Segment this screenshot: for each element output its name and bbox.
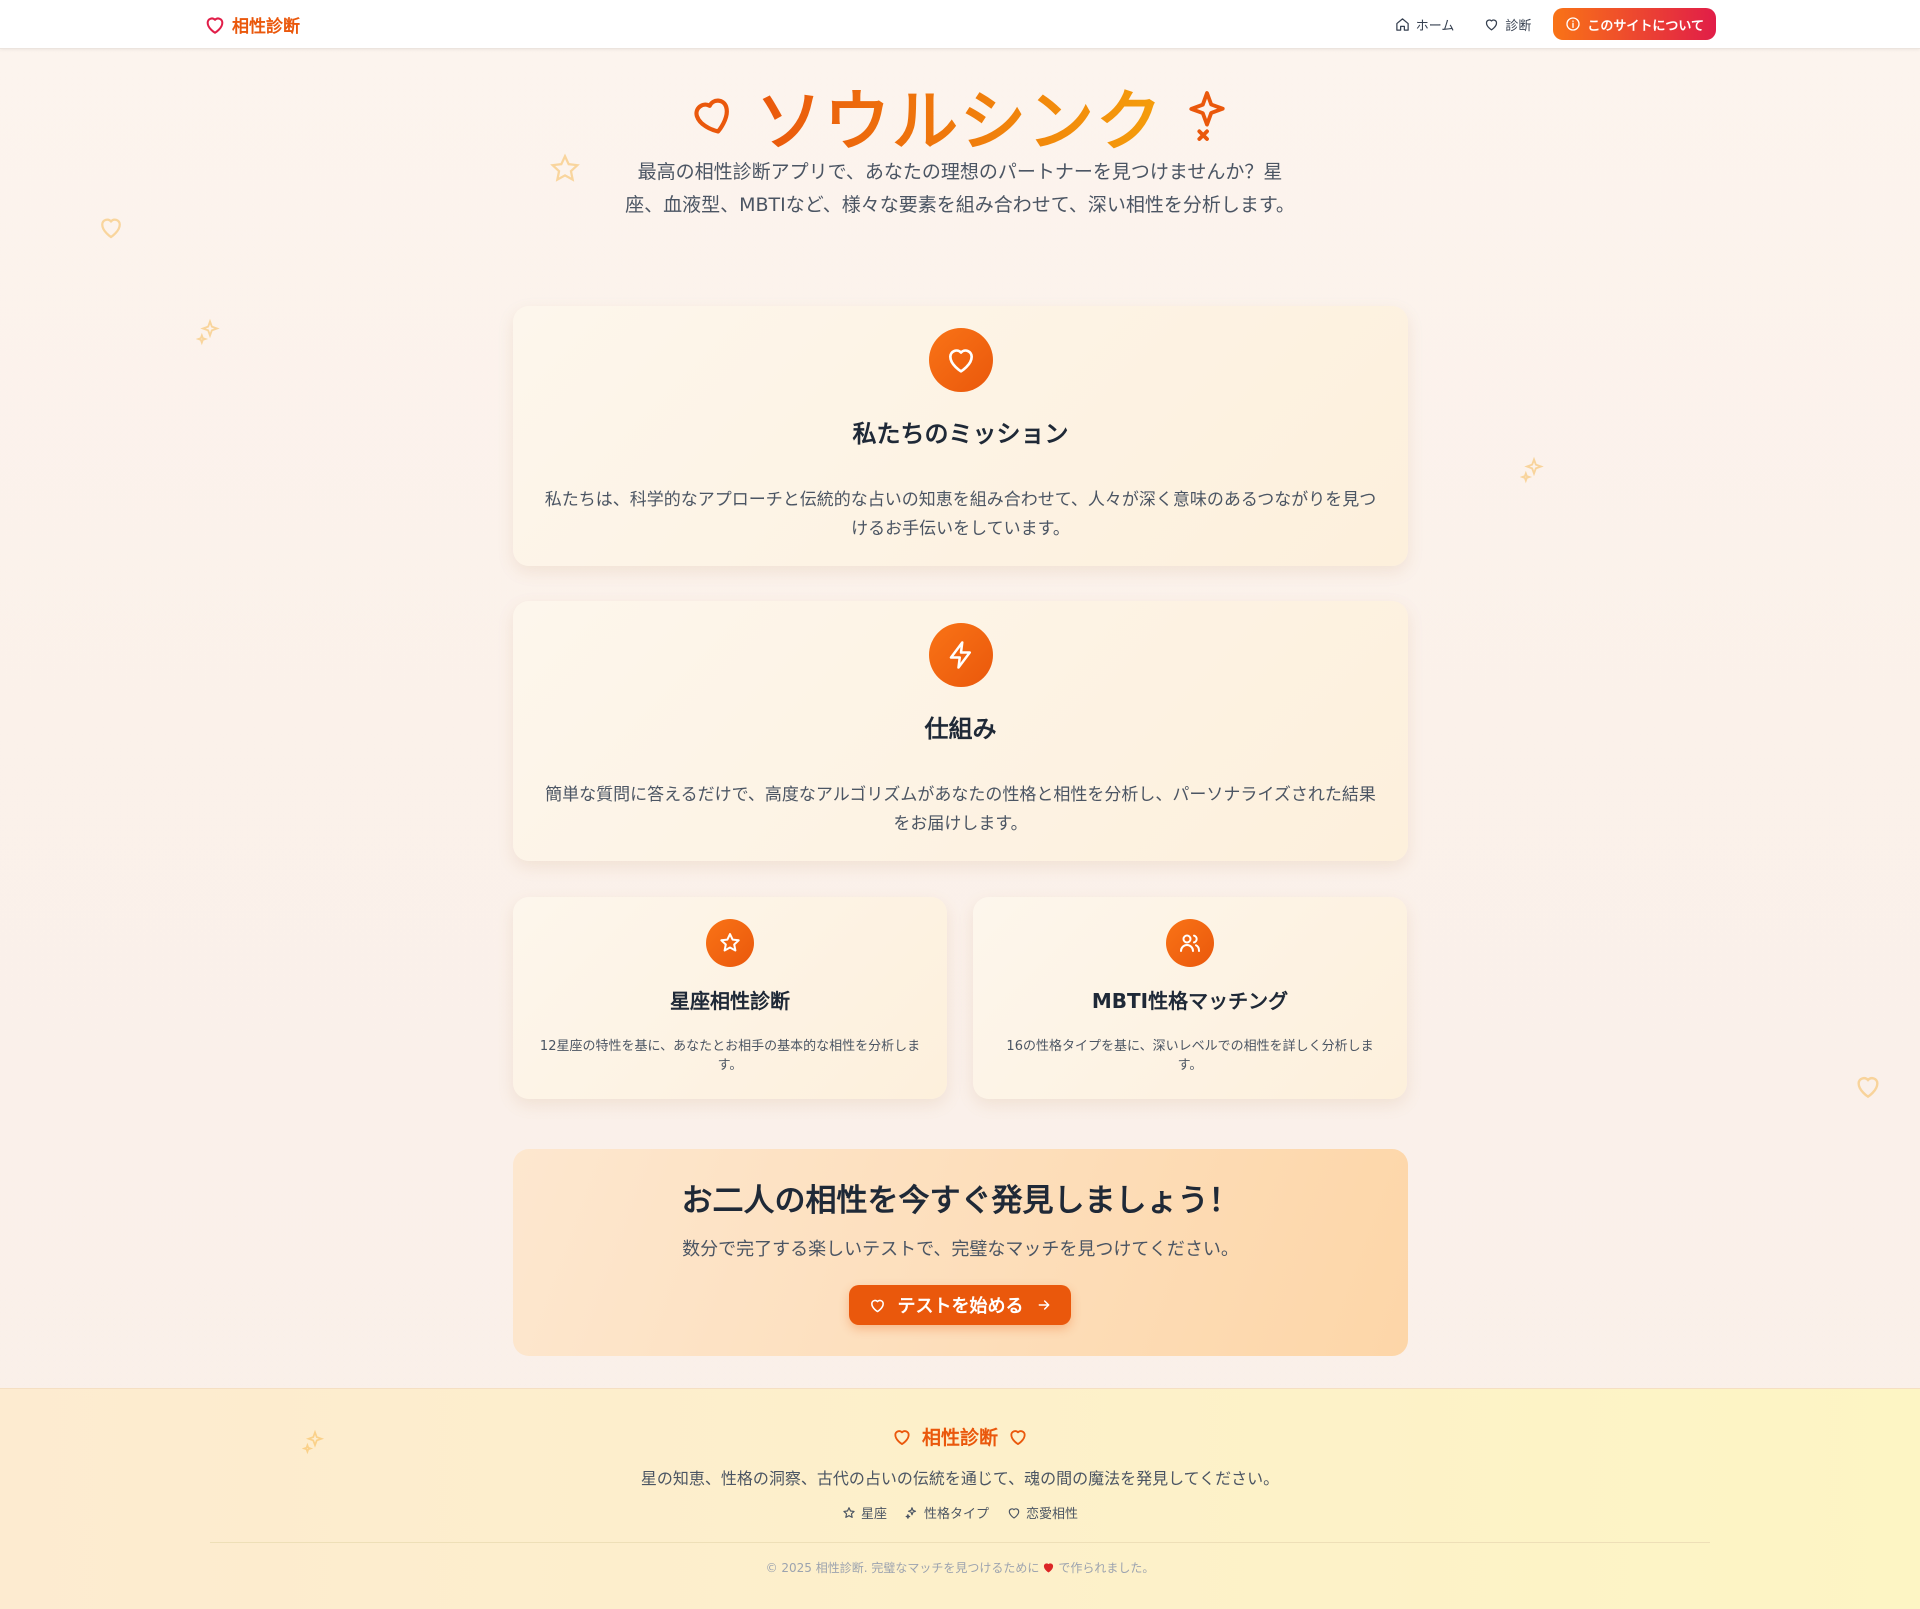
feature-card-mbti: MBTI性格マッチング 16の性格タイプを基に、深いレベルでの相性を詳しく分析し… bbox=[973, 897, 1407, 1099]
heart-icon bbox=[1010, 1429, 1026, 1445]
mbti-icon-circle bbox=[1166, 919, 1214, 967]
decorative-sparkles-icon bbox=[1520, 456, 1544, 484]
footer-link-personality[interactable]: 性格タイプ bbox=[905, 1503, 989, 1522]
heart-icon bbox=[1486, 18, 1498, 30]
feature-card-zodiac: 星座相性診断 12星座の特性を基に、あなたとお相手の基本的な相性を分析します。 bbox=[513, 897, 947, 1099]
copyright-prefix: © 2025 相性診断. 完璧なマッチを見つけるために bbox=[765, 1561, 1040, 1575]
filled-heart-icon bbox=[1044, 1563, 1054, 1573]
footer-links: 星座 性格タイプ 恋愛相性 bbox=[0, 1503, 1920, 1522]
heart-icon bbox=[206, 16, 224, 34]
brand-label: 相性診断 bbox=[232, 17, 300, 37]
mbti-text: 16の性格タイプを基に、深いレベルでの相性を詳しく分析します。 bbox=[1006, 1039, 1374, 1073]
footer-copyright: © 2025 相性診断. 完璧なマッチを見つけるために で作られました。 bbox=[0, 1559, 1920, 1576]
nav-home[interactable]: ホーム bbox=[1387, 9, 1463, 40]
footer-brand-label: 相性診断 bbox=[921, 1427, 998, 1449]
sparkles-icon bbox=[1189, 91, 1225, 141]
decorative-heart-icon bbox=[1857, 1077, 1879, 1099]
zodiac-title: 星座相性診断 bbox=[670, 989, 790, 1013]
arrow-right-icon bbox=[1038, 1300, 1049, 1310]
nav-diagnosis[interactable]: 診断 bbox=[1476, 9, 1539, 40]
heart-icon bbox=[894, 1429, 910, 1445]
home-icon bbox=[1395, 17, 1409, 31]
footer-link-personality-label: 性格タイプ bbox=[923, 1507, 989, 1522]
mission-icon-circle bbox=[928, 328, 993, 392]
footer-link-love[interactable]: 恋愛相性 bbox=[1007, 1503, 1078, 1522]
decorative-heart-icon bbox=[101, 218, 121, 239]
sparkles-icon bbox=[905, 1506, 917, 1519]
nav-about-label: このサイトについて bbox=[1587, 18, 1704, 34]
footer-description: 星の知恵、性格の洞察、古代の占いの伝統を通じて、魂の間の魔法を発見してください。 bbox=[640, 1469, 1280, 1488]
hero-title: ソウルシンク bbox=[756, 68, 1164, 164]
footer-link-zodiac[interactable]: 星座 bbox=[842, 1503, 887, 1522]
users-icon bbox=[1180, 934, 1200, 952]
heart-icon bbox=[1008, 1507, 1020, 1519]
footer-divider bbox=[210, 1542, 1710, 1543]
heart-icon bbox=[694, 98, 729, 134]
zodiac-text: 12星座の特性を基に、あなたとお相手の基本的な相性を分析します。 bbox=[539, 1039, 921, 1073]
mission-card: 私たちのミッション 私たちは、科学的なアプローチと伝統的な占いの知恵を組み合わせ… bbox=[513, 306, 1408, 566]
start-test-button[interactable]: テストを始める bbox=[849, 1285, 1071, 1325]
info-icon bbox=[1566, 17, 1581, 31]
nav-home-label: ホーム bbox=[1415, 18, 1455, 34]
heart-icon bbox=[948, 349, 973, 373]
main-nav: ホーム 診断 このサイトについて bbox=[1387, 8, 1716, 40]
footer-brand: 相性診断 bbox=[0, 1423, 1920, 1450]
how-it-works-card: 仕組み 簡単な質問に答えるだけで、高度なアルゴリズムがあなたの性格と相性を分析し… bbox=[513, 601, 1408, 861]
footer-link-zodiac-label: 星座 bbox=[860, 1507, 887, 1522]
cta-title: お二人の相性を今すぐ発見しましょう！ bbox=[681, 1183, 1240, 1219]
hero-heading: ソウルシンク bbox=[0, 68, 1920, 164]
footer-link-love-label: 恋愛相性 bbox=[1026, 1507, 1079, 1522]
start-test-label: テストを始める bbox=[897, 1296, 1024, 1317]
copyright-suffix: で作られました。 bbox=[1058, 1561, 1155, 1575]
how-text: 簡単な質問に答えるだけで、高度なアルゴリズムがあなたの性格と相性を分析し、パーソ… bbox=[545, 785, 1376, 834]
lightning-icon bbox=[949, 641, 971, 669]
heart-icon bbox=[870, 1299, 884, 1312]
mission-title: 私たちのミッション bbox=[852, 420, 1069, 448]
cta-section: お二人の相性を今すぐ発見しましょう！ 数分で完了する楽しいテストで、完璧なマッチ… bbox=[513, 1149, 1408, 1356]
mission-text: 私たちは、科学的なアプローチと伝統的な占いの知恵を組み合わせて、人々が深く意味の… bbox=[544, 490, 1377, 539]
how-icon-circle bbox=[928, 623, 993, 687]
decorative-sparkles-icon bbox=[196, 318, 220, 346]
star-icon bbox=[720, 933, 740, 952]
mbti-title: MBTI性格マッチング bbox=[1091, 989, 1289, 1013]
nav-diagnosis-label: 診断 bbox=[1505, 18, 1532, 34]
nav-about[interactable]: このサイトについて bbox=[1553, 8, 1716, 40]
footer: 相性診断 星の知恵、性格の洞察、古代の占いの伝統を通じて、魂の間の魔法を発見して… bbox=[0, 1388, 1920, 1609]
cta-subtitle: 数分で完了する楽しいテストで、完璧なマッチを見つけてください。 bbox=[682, 1239, 1239, 1260]
how-title: 仕組み bbox=[924, 715, 997, 743]
hero-description: 最高の相性診断アプリで、あなたの理想のパートナーを見つけませんか？星座、血液型、… bbox=[625, 161, 1295, 216]
star-icon bbox=[843, 1506, 855, 1518]
top-navbar: 相性診断 ホーム 診断 このサイトについて bbox=[0, 0, 1920, 49]
zodiac-icon-circle bbox=[706, 919, 754, 967]
brand-logo[interactable]: 相性診断 bbox=[204, 12, 300, 37]
